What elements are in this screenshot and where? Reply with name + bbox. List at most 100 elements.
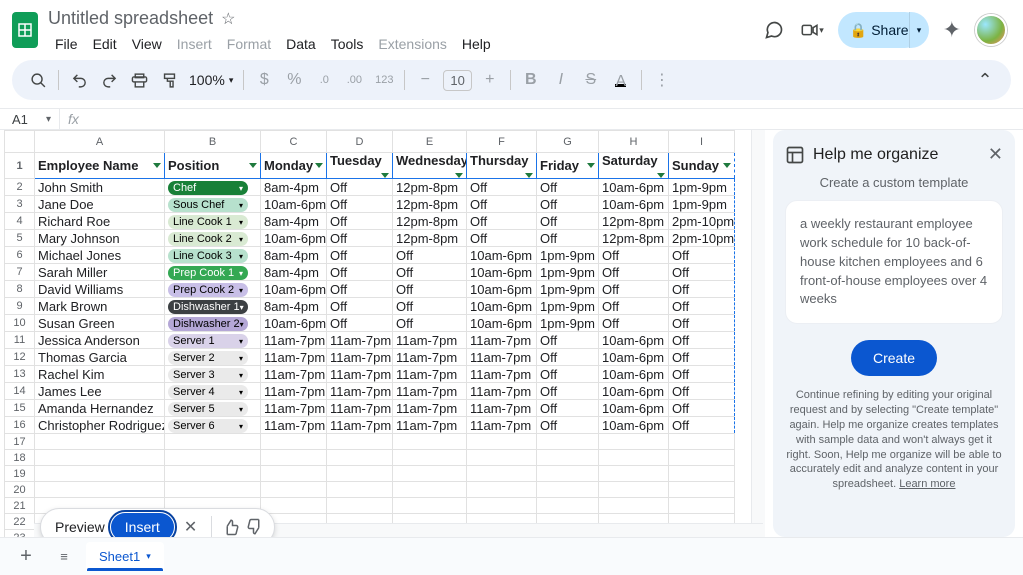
cell[interactable]: 11am-7pm — [327, 332, 393, 349]
cell[interactable]: Off — [393, 264, 467, 281]
menu-data[interactable]: Data — [279, 32, 323, 56]
cell[interactable]: 8am-4pm — [261, 264, 327, 281]
decrease-decimal-icon[interactable]: .0 — [310, 66, 338, 94]
position-chip[interactable]: Server 5▾ — [168, 402, 248, 416]
empty-cell[interactable] — [537, 482, 599, 498]
row-header-15[interactable]: 15 — [5, 400, 35, 417]
empty-cell[interactable] — [165, 482, 261, 498]
empty-cell[interactable] — [467, 466, 537, 482]
cell[interactable]: 12pm-8pm — [393, 196, 467, 213]
chevron-down-icon[interactable]: ▾ — [239, 354, 243, 363]
cell[interactable]: Off — [669, 400, 735, 417]
empty-cell[interactable] — [537, 466, 599, 482]
row-header-11[interactable]: 11 — [5, 332, 35, 349]
row-header-1[interactable]: 1 — [5, 153, 35, 179]
cell-position[interactable]: Server 1▾ — [165, 332, 261, 349]
header-cell[interactable]: Wednesday — [393, 153, 467, 179]
filter-icon[interactable] — [657, 173, 665, 178]
col-header-I[interactable]: I — [669, 131, 735, 153]
percent-icon[interactable]: % — [280, 66, 308, 94]
cell[interactable]: 10am-6pm — [467, 315, 537, 332]
cell-name[interactable]: Mark Brown — [35, 298, 165, 315]
menu-tools[interactable]: Tools — [324, 32, 371, 56]
collapse-toolbar-icon[interactable]: ⌃ — [971, 66, 999, 94]
cell[interactable]: 8am-4pm — [261, 179, 327, 196]
empty-cell[interactable] — [327, 482, 393, 498]
cell[interactable]: Off — [327, 247, 393, 264]
cell[interactable]: 2pm-10pm — [669, 230, 735, 247]
cell-name[interactable]: Susan Green — [35, 315, 165, 332]
cell[interactable]: Off — [393, 315, 467, 332]
empty-cell[interactable] — [467, 434, 537, 450]
chevron-down-icon[interactable]: ▾ — [239, 286, 243, 295]
cell[interactable]: 11am-7pm — [327, 349, 393, 366]
cell-name[interactable]: Sarah Miller — [35, 264, 165, 281]
cell[interactable]: 1pm-9pm — [537, 298, 599, 315]
menu-insert[interactable]: Insert — [170, 32, 219, 56]
name-box[interactable]: A1 — [0, 112, 46, 127]
cell[interactable]: 12pm-8pm — [393, 213, 467, 230]
empty-cell[interactable] — [393, 450, 467, 466]
cell-name[interactable]: David Williams — [35, 281, 165, 298]
position-chip[interactable]: Server 1▾ — [168, 334, 248, 348]
position-chip[interactable]: Dishwasher 2▾ — [168, 317, 248, 331]
cell-name[interactable]: James Lee — [35, 383, 165, 400]
empty-cell[interactable] — [669, 498, 735, 514]
cell[interactable]: 11am-7pm — [393, 417, 467, 434]
cell[interactable]: 11am-7pm — [261, 400, 327, 417]
cell[interactable]: 12pm-8pm — [599, 213, 669, 230]
cell[interactable]: 10am-6pm — [599, 179, 669, 196]
cell[interactable]: Off — [599, 315, 669, 332]
empty-cell[interactable] — [327, 466, 393, 482]
empty-cell[interactable] — [393, 466, 467, 482]
zoom-select[interactable]: 100% ▾ — [185, 72, 237, 88]
thumbs-up-icon[interactable] — [222, 518, 240, 536]
empty-cell[interactable] — [327, 498, 393, 514]
header-cell[interactable]: Sunday — [669, 153, 735, 179]
cell-position[interactable]: Server 5▾ — [165, 400, 261, 417]
empty-cell[interactable] — [261, 466, 327, 482]
col-header-A[interactable]: A — [35, 131, 165, 153]
font-size-increase[interactable]: + — [476, 66, 504, 94]
cell-position[interactable]: Line Cook 1▾ — [165, 213, 261, 230]
insert-button[interactable]: Insert — [111, 513, 174, 537]
row-header-22[interactable]: 22 — [5, 514, 35, 530]
cell-position[interactable]: Server 2▾ — [165, 349, 261, 366]
text-color-icon[interactable]: A — [607, 66, 635, 94]
cell[interactable]: 11am-7pm — [467, 366, 537, 383]
cell[interactable]: 1pm-9pm — [669, 179, 735, 196]
filter-icon[interactable] — [723, 163, 731, 168]
position-chip[interactable]: Prep Cook 2▾ — [168, 283, 248, 297]
cell[interactable]: 10am-6pm — [599, 349, 669, 366]
position-chip[interactable]: Dishwasher 1▾ — [168, 300, 248, 314]
header-cell[interactable]: Tuesday — [327, 153, 393, 179]
sheet-tab-1[interactable]: Sheet1 ▾ — [86, 542, 164, 571]
chevron-down-icon[interactable]: ▾ — [239, 371, 243, 380]
cell[interactable]: 11am-7pm — [393, 349, 467, 366]
cell[interactable]: 11am-7pm — [393, 366, 467, 383]
row-header-8[interactable]: 8 — [5, 281, 35, 298]
cell[interactable]: Off — [327, 196, 393, 213]
cell[interactable]: 8am-4pm — [261, 298, 327, 315]
cell[interactable]: 12pm-8pm — [393, 230, 467, 247]
chevron-down-icon[interactable]: ▾ — [239, 235, 243, 244]
row-header-18[interactable]: 18 — [5, 450, 35, 466]
empty-cell[interactable] — [35, 482, 165, 498]
gemini-icon[interactable]: ✦ — [943, 17, 961, 43]
cell[interactable]: 10am-6pm — [599, 196, 669, 213]
paint-format-icon[interactable] — [155, 66, 183, 94]
increase-decimal-icon[interactable]: .00 — [340, 66, 368, 94]
empty-cell[interactable] — [393, 434, 467, 450]
cell[interactable]: Off — [393, 298, 467, 315]
comment-history-icon[interactable] — [762, 18, 786, 42]
header-cell[interactable]: Saturday — [599, 153, 669, 179]
cell[interactable]: 11am-7pm — [467, 417, 537, 434]
filter-icon[interactable] — [381, 173, 389, 178]
cell[interactable]: 10am-6pm — [599, 417, 669, 434]
position-chip[interactable]: Server 3▾ — [168, 368, 248, 382]
font-size-decrease[interactable]: − — [411, 66, 439, 94]
empty-cell[interactable] — [35, 434, 165, 450]
chevron-down-icon[interactable]: ▾ — [239, 184, 243, 193]
cell[interactable]: 2pm-10pm — [669, 213, 735, 230]
cell[interactable]: 12pm-8pm — [599, 230, 669, 247]
